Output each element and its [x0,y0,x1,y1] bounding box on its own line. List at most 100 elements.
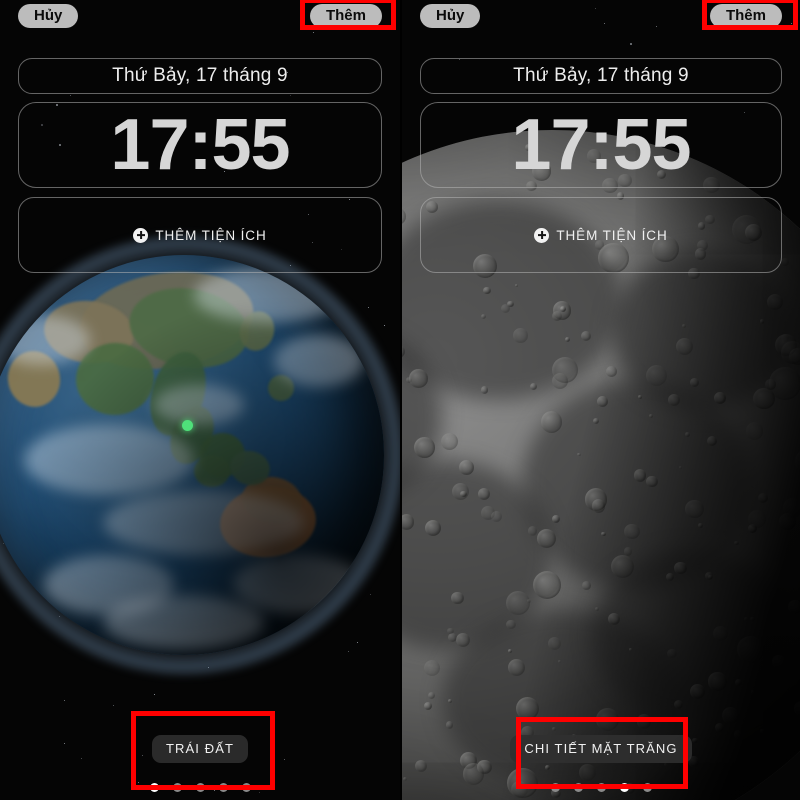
widget-slot[interactable]: THÊM TIỆN ÍCH [18,197,382,273]
moon-crater [782,497,800,518]
moon-mare [592,550,792,720]
moon-crater [547,636,562,651]
earth-landmass [234,306,280,356]
time-widget[interactable]: 17:55 [18,102,382,188]
wallpaper-style-label[interactable]: CHI TIẾT MẶT TRĂNG [510,735,692,763]
moon-crater [685,500,704,519]
wallpaper-style-label[interactable]: TRÁI ĐẤT [151,735,249,763]
date-widget[interactable]: Thứ Bảy, 17 tháng 9 [420,58,782,94]
moon-crater [624,523,640,539]
moon-crater [734,540,739,546]
page-dot[interactable] [172,783,182,792]
moon-crater [636,714,651,729]
moon-crater [540,411,562,433]
add-button[interactable]: Thêm [309,4,382,28]
page-dot[interactable] [550,783,560,792]
add-widget-label: THÊM TIỆN ÍCH [556,227,668,243]
moon-crater [747,509,767,529]
moon-crater [628,647,633,652]
moon-crater [527,526,538,536]
earth-globe [0,237,400,673]
earth-landmass [162,399,222,471]
add-widget-button[interactable]: THÊM TIỆN ÍCH [534,227,668,243]
earth-cloud [104,595,264,649]
cancel-button[interactable]: Hủy [420,4,481,28]
moon-crater [445,720,454,729]
moon-crater [424,701,433,710]
moon-crater [564,336,570,342]
add-button[interactable]: Thêm [709,4,782,28]
date-widget-text: Thứ Bảy, 17 tháng 9 [112,65,288,86]
earth-landmass [226,446,274,490]
moon-crater [507,300,514,308]
moon-crater [592,418,599,425]
moon-crater [601,531,606,537]
moon-crater [649,413,654,418]
moon-crater [447,698,452,703]
moon-crater [779,513,797,531]
page-dot[interactable] [619,783,629,792]
plus-circle-icon [534,227,550,243]
page-dot[interactable] [149,783,159,792]
moon-crater [551,310,562,322]
moon-crater [596,396,608,407]
moon-crater [459,460,475,476]
cancel-button[interactable]: Hủy [18,4,79,28]
moon-crater [674,561,687,575]
moon-crater [481,506,495,521]
moon-crater [768,366,800,400]
page-dot[interactable] [573,783,583,792]
earth-landmass [73,340,157,418]
plus-circle-icon [133,227,149,243]
earth-landmass [194,455,230,487]
page-dot[interactable] [642,783,652,792]
moon-crater [708,574,713,579]
moon-crater [633,468,647,482]
moon-crater [715,722,725,732]
moon-crater [794,701,800,716]
moon-crater [713,392,726,405]
moon-crater [595,607,599,611]
moon-crater [646,475,658,488]
page-dot[interactable] [195,783,205,792]
moon-crater [424,519,442,537]
moon-crater [596,707,619,731]
earth-wallpaper-preview-panel: Hủy Thêm Thứ Bảy, 17 tháng 9 17:55 THÊM … [0,0,400,800]
moon-mare [402,330,442,500]
widget-slot[interactable]: THÊM TIỆN ÍCH [420,197,782,273]
moon-crater [402,207,406,225]
moon-crater [681,323,686,328]
moon-crater [409,369,428,388]
earth-landmass [73,261,260,380]
add-widget-button[interactable]: THÊM TIỆN ÍCH [133,227,266,243]
moon-crater [781,258,789,266]
page-dot[interactable] [241,783,251,792]
moon-crater [456,632,471,648]
moon-crater [765,379,776,390]
moon-crater [743,616,748,621]
earth-landmass [123,279,255,377]
moon-crater [526,599,531,603]
moon-crater [697,523,703,529]
moon-crater [508,649,513,654]
moon-crater [734,678,742,686]
date-widget[interactable]: Thứ Bảy, 17 tháng 9 [18,58,382,94]
moon-crater [584,488,608,511]
moon-crater [666,573,675,582]
page-dot[interactable] [218,783,228,792]
page-dot[interactable] [596,783,606,792]
moon-crater [451,591,464,604]
moon-crater [689,683,706,699]
time-widget-text: 17:55 [511,105,691,185]
moon-crater [447,627,454,634]
time-widget[interactable]: 17:55 [420,102,782,188]
moon-crater [753,387,776,410]
moon-crater [551,372,568,390]
moon-crater [706,436,717,447]
date-widget-text: Thứ Bảy, 17 tháng 9 [513,65,689,86]
moon-crater [591,499,606,513]
moon-crater [423,659,440,676]
wallpaper-style-selector-right: CHI TIẾT MẶT TRĂNG [402,735,800,792]
earth-cloud [104,491,304,555]
moon-crater [427,692,435,700]
